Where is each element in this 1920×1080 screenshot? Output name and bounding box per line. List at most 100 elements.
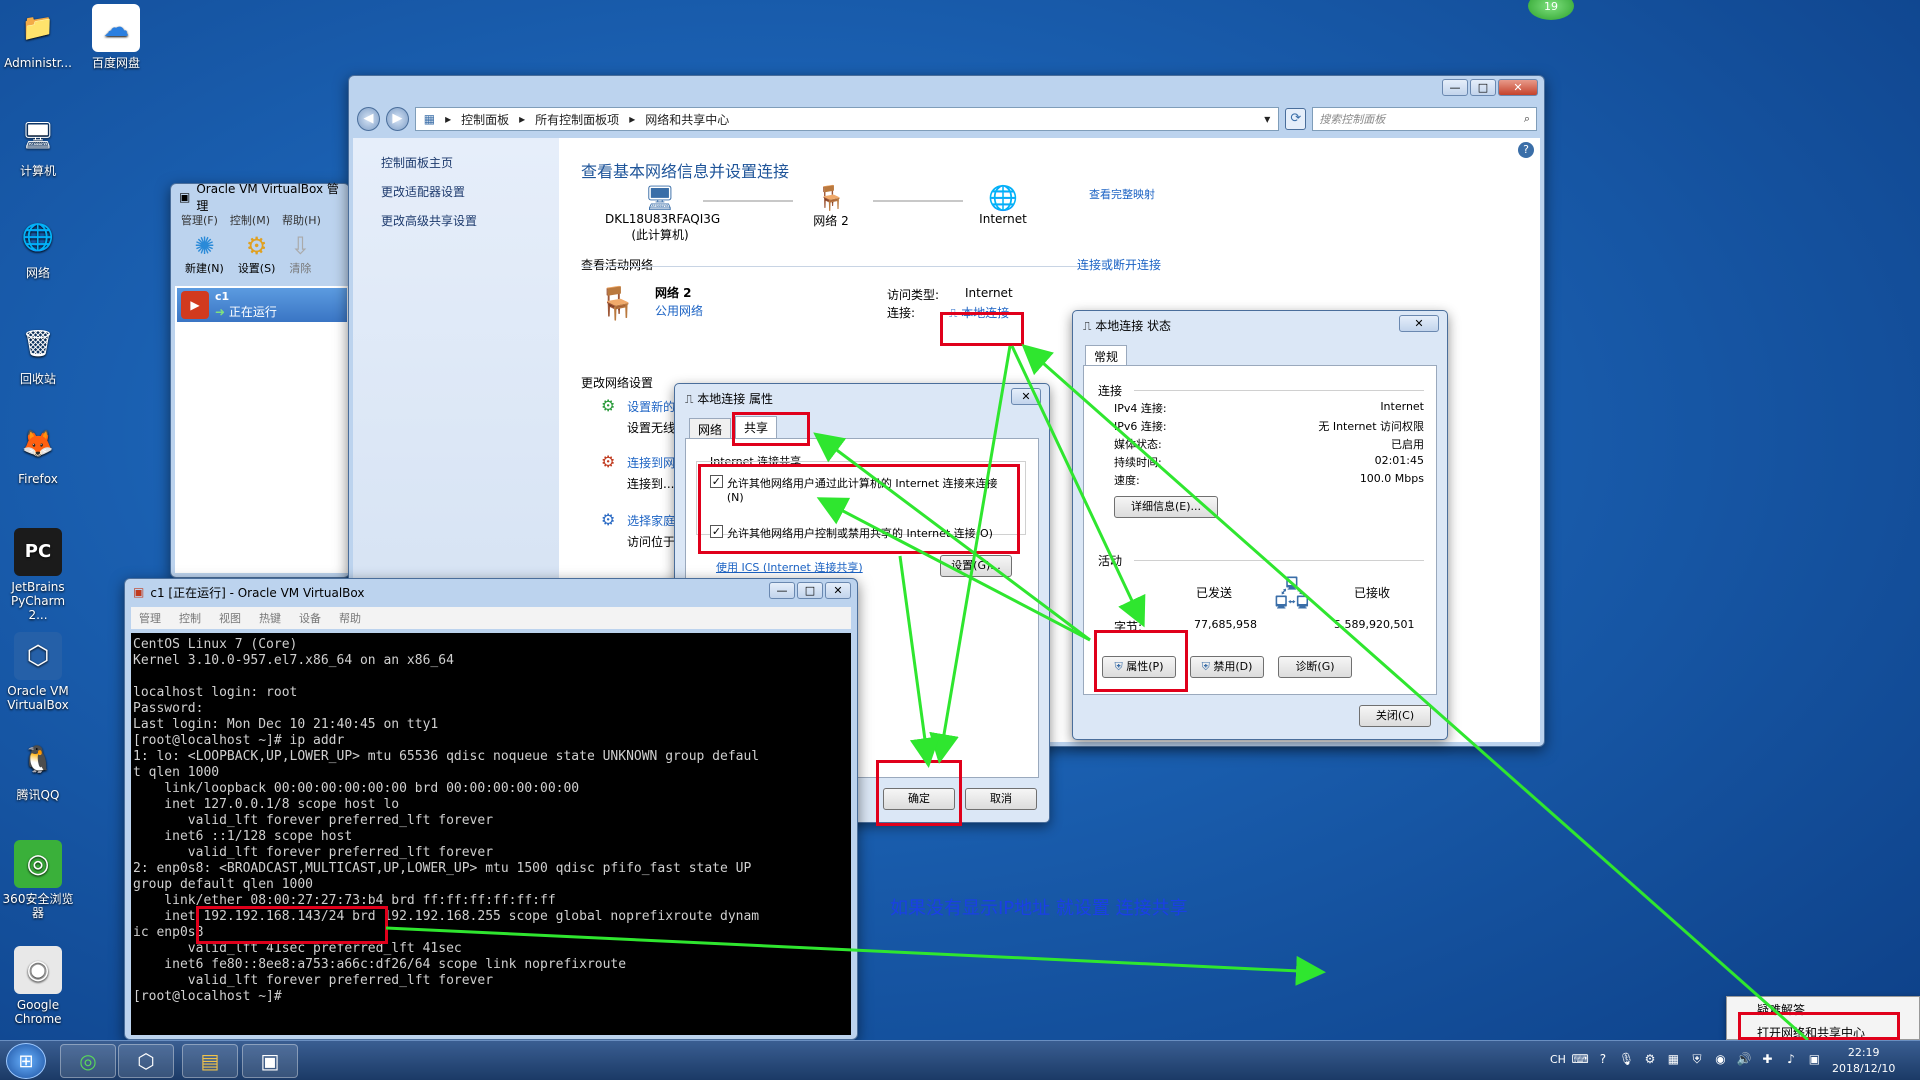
shield-icon: ⛨ — [1201, 660, 1210, 673]
desktop-icon[interactable]: ◉ Google Chrome — [0, 946, 76, 1026]
vm-window-title: ▣ c1 [正在运行] - Oracle VM VirtualBox — [133, 585, 365, 600]
menu-help[interactable]: 帮助 — [339, 610, 361, 626]
menu-devices[interactable]: 设备 — [299, 610, 321, 626]
access-type-label: 访问类型: — [887, 288, 940, 302]
status-row: 持续时间: 02:01:45 — [1114, 454, 1424, 472]
close-button[interactable]: ✕ — [1011, 388, 1041, 405]
cancel-button[interactable]: 取消 — [965, 788, 1037, 810]
running-icon: ➜ — [215, 305, 226, 319]
menu-help[interactable]: 帮助(H) — [282, 212, 321, 230]
menu-manage[interactable]: 管理 — [139, 610, 161, 626]
start-button[interactable]: ⊞ — [6, 1043, 46, 1079]
pycharm-icon: PC — [14, 528, 62, 576]
status-rows: IPv4 连接: Internet IPv6 连接: 无 Internet 访问权限媒… — [1114, 400, 1424, 490]
refresh-button[interactable]: ⟳ — [1285, 108, 1307, 130]
ics-link[interactable]: 使用 ICS (Internet 连接共享) — [716, 559, 863, 575]
tab-network[interactable]: 网络 — [689, 418, 732, 438]
dialog-title: ⎍ 本地连接 状态 — [1083, 319, 1172, 333]
menu-manage[interactable]: 管理(F) — [181, 212, 218, 230]
desktop-icon[interactable]: 🦊 Firefox — [0, 420, 76, 486]
360-browser-icon: ◎ — [14, 840, 62, 888]
desktop-icon[interactable]: 📁 Administr... — [0, 4, 76, 70]
desktop-icon-label: JetBrains PyCharm 2... — [10, 580, 66, 622]
menu-hotkey[interactable]: 热键 — [259, 610, 281, 626]
clock[interactable]: 22:19 2018/12/10 — [1832, 1045, 1895, 1077]
vm-console-window[interactable]: ▣ c1 [正在运行] - Oracle VM VirtualBox — □ ✕ … — [124, 578, 858, 1040]
desktop-icon[interactable]: 🗑 回收站 — [0, 320, 76, 386]
desktop-icon[interactable]: 🐧 腾讯QQ — [0, 736, 76, 802]
discard-vm-button[interactable]: ⇩ 清除 — [289, 232, 311, 282]
details-button[interactable]: 详细信息(E)... — [1114, 496, 1218, 518]
desktop-icon[interactable]: ⬡ Oracle VM VirtualBox — [0, 632, 76, 712]
desktop-icon[interactable]: PC JetBrains PyCharm 2... — [0, 528, 76, 622]
sidebar-item-adapter[interactable]: 更改适配器设置 — [381, 183, 531, 200]
speaker-icon[interactable]: ♪ — [1783, 1051, 1799, 1067]
minimize-button[interactable]: — — [1442, 79, 1468, 96]
volume-icon[interactable]: 🔊 — [1736, 1051, 1752, 1067]
menu-control[interactable]: 控制 — [179, 610, 201, 626]
maximize-button[interactable]: □ — [797, 582, 823, 599]
minimize-button[interactable]: — — [769, 582, 795, 599]
map-node-computer: 🖥 DKL18U83RFAQI3G (此计算机) — [605, 184, 721, 242]
tab-general[interactable]: 常规 — [1085, 345, 1128, 365]
desktop-icon-label: 360安全浏览器 — [2, 892, 74, 920]
close-button[interactable]: ✕ — [1399, 315, 1439, 332]
microphone-icon[interactable]: 🎙 — [1618, 1051, 1634, 1067]
maximize-button[interactable]: □ — [1470, 79, 1496, 96]
vm-list-item[interactable]: ▶ c1 ➜ 正在运行 — [177, 288, 347, 322]
desktop-icon[interactable]: 🖥 计算机 — [0, 112, 76, 178]
disable-button[interactable]: ⛨ 禁用(D) — [1190, 656, 1264, 678]
virtualbox-icon: ⬡ — [137, 1049, 155, 1073]
search-input[interactable]: 搜索控制面板 ⌕ — [1312, 107, 1537, 131]
settings-icon[interactable]: ⚙ — [1642, 1051, 1658, 1067]
diagnose-button[interactable]: 诊断(G) — [1278, 656, 1352, 678]
bytes-sent: 77,685,958 — [1194, 618, 1257, 631]
app-icon[interactable]: ▦ — [1665, 1051, 1681, 1067]
virtualbox-manager-window[interactable]: ▣ Oracle VM VirtualBox 管理 管理(F) 控制(M) 帮助(… — [170, 182, 350, 578]
back-button[interactable]: ◀ — [357, 107, 380, 131]
help-icon[interactable]: ? — [1518, 142, 1534, 158]
breadcrumb-item[interactable]: 控制面板 — [461, 111, 509, 128]
desktop-icon[interactable]: 🌐 网络 — [0, 214, 76, 280]
dropdown-icon[interactable]: ▾ — [1264, 112, 1270, 126]
user-folder-icon: 📁 — [21, 13, 55, 43]
help-icon[interactable]: ? — [1595, 1051, 1611, 1067]
terminal-output[interactable]: CentOS Linux 7 (Core) Kernel 3.10.0-957.… — [131, 633, 851, 1035]
keyboard-icon[interactable]: ⌨ — [1571, 1051, 1588, 1067]
taskbar-virtualbox[interactable]: ⬡ — [118, 1044, 174, 1078]
menu-control[interactable]: 控制(M) — [230, 212, 270, 230]
breadcrumb-sep-icon: ▸ — [629, 112, 636, 126]
view-full-map-link[interactable]: 查看完整映射 — [1089, 186, 1155, 202]
connect-disconnect-link[interactable]: 连接或断开连接 — [1077, 256, 1161, 273]
sidebar-item-home[interactable]: 控制面板主页 — [381, 154, 531, 171]
menu-view[interactable]: 视图 — [219, 610, 241, 626]
new-vm-button[interactable]: ✺ 新建(N) — [185, 232, 224, 282]
connect-network-icon: ⚙ — [601, 452, 616, 471]
taskbar-explorer[interactable]: ▤ — [182, 1044, 238, 1078]
sidebar-item-advanced-sharing[interactable]: 更改高级共享设置 — [381, 212, 531, 229]
shield-icon[interactable]: ⛨ — [1689, 1051, 1705, 1067]
network-tray-icon[interactable]: ▣ — [1806, 1051, 1822, 1067]
highlight-box — [196, 906, 388, 944]
settings-vm-button[interactable]: ⚙ 设置(S) — [238, 232, 276, 282]
breadcrumb-sep-icon: ▸ — [519, 112, 526, 126]
desktop-icon[interactable]: ☁ 百度网盘 — [78, 4, 154, 70]
breadcrumb-item[interactable]: 所有控制面板项 — [535, 111, 619, 128]
taskbar-browser-360[interactable]: ◎ — [60, 1044, 116, 1078]
power-icon[interactable]: ✚ — [1759, 1051, 1775, 1067]
breadcrumb-item[interactable]: 网络和共享中心 — [645, 111, 729, 128]
status-row-value: 100.0 Mbps — [1359, 472, 1424, 485]
close-button[interactable]: ✕ — [825, 582, 851, 599]
language-indicator[interactable]: CH — [1550, 1053, 1566, 1066]
address-bar[interactable]: ▦ ▸ 控制面板 ▸ 所有控制面板项 ▸ 网络和共享中心 ▾ — [414, 107, 1280, 131]
close-button[interactable]: ✕ — [1498, 79, 1538, 96]
close-dialog-button[interactable]: 关闭(C) — [1359, 705, 1431, 727]
settings-button[interactable]: 设置(G)... — [940, 555, 1012, 577]
forward-button[interactable]: ▶ — [385, 107, 409, 131]
vm-name: c1 — [215, 290, 230, 303]
desktop-icon[interactable]: ◎ 360安全浏览器 — [0, 840, 76, 920]
divider — [1134, 560, 1424, 561]
network-type-link[interactable]: 公用网络 — [655, 302, 703, 319]
qq-icon[interactable]: ◉ — [1712, 1051, 1728, 1067]
taskbar-control-panel[interactable]: ▣ — [242, 1044, 298, 1078]
